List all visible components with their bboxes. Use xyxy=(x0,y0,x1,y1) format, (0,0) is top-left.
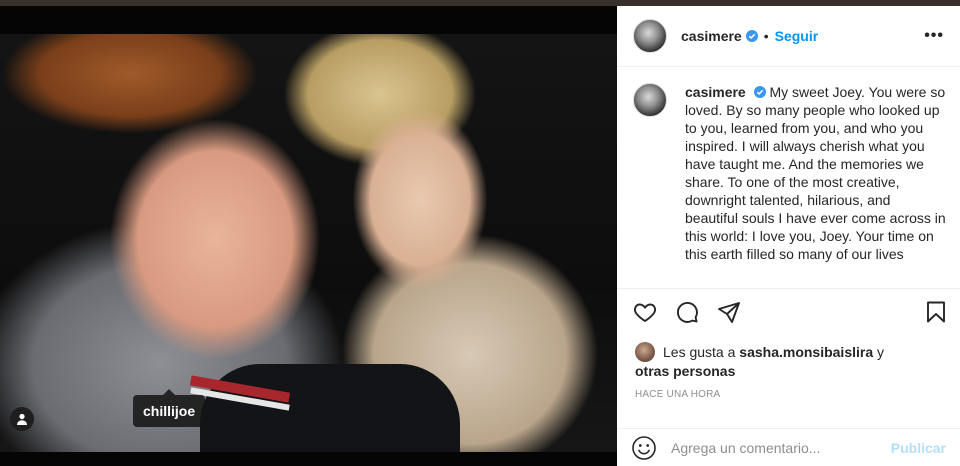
verified-badge-icon xyxy=(753,86,766,98)
caption-row: casimere My sweet Joey. You were so love… xyxy=(633,83,946,263)
more-options-icon[interactable]: ••• xyxy=(924,28,944,44)
post-timestamp[interactable]: HACE UNA HORA xyxy=(635,389,720,400)
comment-bar: Publicar xyxy=(617,428,960,466)
user-tag-icon[interactable] xyxy=(10,407,34,431)
header-separator: • xyxy=(763,28,769,44)
likes-summary: Les gusta a sasha.monsibaislira y otras … xyxy=(635,342,945,380)
post-header: casimere • Seguir ••• xyxy=(617,6,960,67)
liker-username[interactable]: sasha.monsibaislira xyxy=(739,344,873,360)
post-photo[interactable] xyxy=(0,34,617,452)
comment-input[interactable] xyxy=(669,438,873,457)
post-photo-area: chillijoe xyxy=(0,6,617,466)
photo-detail xyxy=(200,364,460,452)
caption-area: casimere My sweet Joey. You were so love… xyxy=(617,67,960,289)
user-tag-label[interactable]: chillijoe xyxy=(133,389,206,427)
author-username[interactable]: casimere xyxy=(681,28,742,44)
action-bar xyxy=(617,288,960,334)
smiley-icon[interactable] xyxy=(631,435,657,461)
paper-plane-icon[interactable] xyxy=(717,300,741,324)
likes-conjunction: y xyxy=(877,344,885,360)
caption-text: casimere My sweet Joey. You were so love… xyxy=(685,83,946,263)
post-side-panel: casimere • Seguir ••• casimere My sweet … xyxy=(617,6,960,466)
bookmark-icon[interactable] xyxy=(924,300,948,324)
caption-author-avatar[interactable] xyxy=(633,83,667,117)
liker-avatar[interactable] xyxy=(635,342,655,362)
likes-others[interactable]: otras personas xyxy=(635,363,735,379)
heart-icon[interactable] xyxy=(633,300,657,324)
verified-badge-icon xyxy=(745,30,758,42)
caption-username[interactable]: casimere xyxy=(685,84,746,100)
comment-icon[interactable] xyxy=(675,300,699,324)
caption-body: My sweet Joey. You were so loved. By so … xyxy=(685,84,946,262)
likes-prefix: Les gusta a xyxy=(663,344,736,360)
author-avatar[interactable] xyxy=(633,19,667,53)
follow-button[interactable]: Seguir xyxy=(775,28,819,44)
publish-button[interactable]: Publicar xyxy=(891,440,946,456)
